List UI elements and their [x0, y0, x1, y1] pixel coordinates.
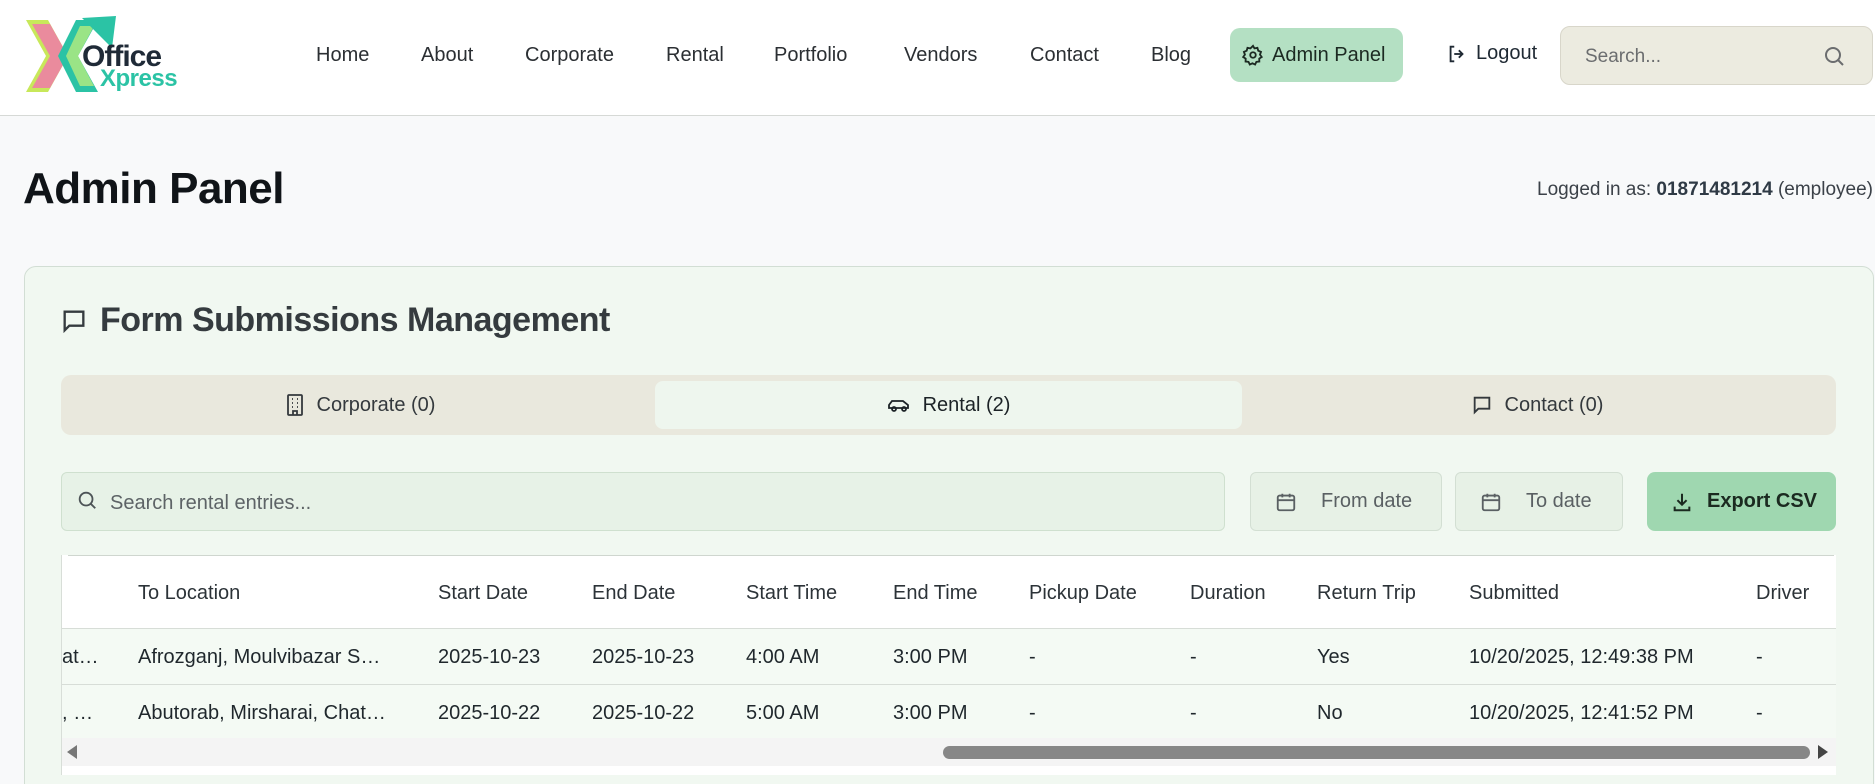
tab-contact[interactable]: Contact (0)	[1244, 381, 1830, 429]
column-header-return-trip[interactable]: Return Trip	[1317, 582, 1416, 605]
from-date-label: From date	[1321, 490, 1413, 512]
admin-panel-label: Admin Panel	[1272, 43, 1386, 66]
to-date-label: To date	[1526, 490, 1592, 512]
scroll-right-arrow-icon[interactable]	[1818, 745, 1828, 759]
nav-corporate[interactable]: Corporate	[525, 44, 614, 67]
scrollbar-thumb[interactable]	[943, 746, 1810, 759]
calendar-icon	[1481, 493, 1501, 511]
cell-pickup-date: -	[1029, 646, 1036, 668]
logo-word-xpress: Xpress	[100, 65, 178, 92]
column-header-start-date[interactable]: Start Date	[438, 582, 528, 605]
cell-end-time: 3:00 PM	[893, 702, 968, 724]
site-search-placeholder: Search...	[1585, 46, 1662, 67]
message-square-icon	[63, 310, 85, 333]
tab-rental-label: Rental (2)	[922, 393, 1011, 416]
nav-portfolio[interactable]: Portfolio	[774, 44, 847, 67]
column-header-submitted[interactable]: Submitted	[1469, 582, 1559, 605]
scroll-left-arrow-icon[interactable]	[67, 745, 77, 759]
gear-icon	[1242, 44, 1264, 66]
logged-in-role: (employee)	[1777, 179, 1873, 200]
cell-duration: -	[1190, 702, 1197, 724]
logout-button[interactable]: Logout	[1446, 42, 1537, 65]
column-header-to-location[interactable]: To Location	[138, 582, 240, 605]
nav-blog[interactable]: Blog	[1151, 44, 1191, 67]
building-icon	[286, 394, 303, 416]
nav-about[interactable]: About	[421, 44, 473, 67]
search-icon	[78, 491, 96, 509]
from-date-picker[interactable]: From date	[1250, 472, 1442, 531]
cell-return-trip: No	[1317, 702, 1343, 724]
column-header-duration[interactable]: Duration	[1190, 582, 1266, 605]
logged-in-user: 01871481214	[1656, 179, 1773, 200]
submission-tabs: Corporate (0) Rental (2) Contact (0)	[61, 375, 1836, 435]
tab-rental[interactable]: Rental (2)	[655, 381, 1242, 429]
cell-submitted: 10/20/2025, 12:49:38 PM	[1469, 646, 1694, 668]
cell-from-location: , …	[62, 702, 94, 724]
table-top-border	[68, 555, 1834, 556]
page-title: Admin Panel	[23, 164, 285, 213]
top-header: Office Xpress Home About Corporate Renta…	[0, 0, 1875, 116]
card-title-text: Form Submissions Management	[100, 301, 610, 339]
nav-home[interactable]: Home	[316, 44, 369, 67]
message-icon	[1473, 396, 1490, 415]
office-xpress-logo[interactable]: Office Xpress	[22, 16, 178, 96]
site-search-input[interactable]: Search...	[1560, 26, 1873, 85]
cell-to-location: Afrozganj, Moulvibazar S…	[138, 646, 381, 668]
cell-duration: -	[1190, 646, 1197, 668]
export-csv-label: Export CSV	[1707, 490, 1818, 512]
cell-driver: -	[1756, 702, 1763, 724]
column-header-driver[interactable]: Driver	[1756, 582, 1809, 605]
car-icon	[887, 400, 909, 412]
nav-rental[interactable]: Rental	[666, 44, 724, 67]
admin-panel-button[interactable]: Admin Panel	[1230, 28, 1403, 82]
cell-end-date: 2025-10-23	[592, 646, 695, 668]
logout-icon	[1449, 45, 1464, 62]
nav-vendors[interactable]: Vendors	[904, 44, 977, 67]
cell-end-date: 2025-10-22	[592, 702, 695, 724]
cell-return-trip: Yes	[1317, 646, 1350, 668]
column-header-end-time[interactable]: End Time	[893, 582, 977, 605]
cell-driver: -	[1756, 646, 1763, 668]
export-csv-button[interactable]: Export CSV	[1647, 472, 1836, 531]
card-title: Form Submissions Management	[60, 301, 610, 340]
column-header-pickup-date[interactable]: Pickup Date	[1029, 582, 1137, 605]
column-header-start-time[interactable]: Start Time	[746, 582, 837, 605]
download-icon	[1673, 493, 1691, 511]
calendar-icon	[1276, 493, 1296, 511]
cell-end-time: 3:00 PM	[893, 646, 968, 668]
rental-search-placeholder: Search rental entries...	[110, 492, 312, 514]
column-header-end-date[interactable]: End Date	[592, 582, 675, 605]
tab-corporate[interactable]: Corporate (0)	[67, 381, 653, 429]
cell-start-time: 5:00 AM	[746, 702, 820, 724]
logged-in-info: Logged in as: 01871481214 (employee)	[1537, 179, 1873, 201]
to-date-picker[interactable]: To date	[1455, 472, 1623, 531]
cell-to-location: Abutorab, Mirsharai, Chat…	[138, 702, 386, 724]
cell-from-location: at…	[62, 646, 99, 668]
nav-contact[interactable]: Contact	[1030, 44, 1099, 67]
search-icon	[1825, 47, 1844, 66]
tab-corporate-label: Corporate (0)	[316, 393, 436, 416]
logout-label: Logout	[1476, 42, 1538, 64]
cell-start-date: 2025-10-23	[438, 646, 541, 668]
cell-submitted: 10/20/2025, 12:41:52 PM	[1469, 702, 1694, 724]
rental-search-input[interactable]: Search rental entries...	[61, 472, 1225, 531]
cell-start-date: 2025-10-22	[438, 702, 541, 724]
tab-contact-label: Contact (0)	[1504, 393, 1604, 416]
logged-in-prefix: Logged in as:	[1537, 179, 1652, 200]
cell-pickup-date: -	[1029, 702, 1036, 724]
cell-start-time: 4:00 AM	[746, 646, 820, 668]
